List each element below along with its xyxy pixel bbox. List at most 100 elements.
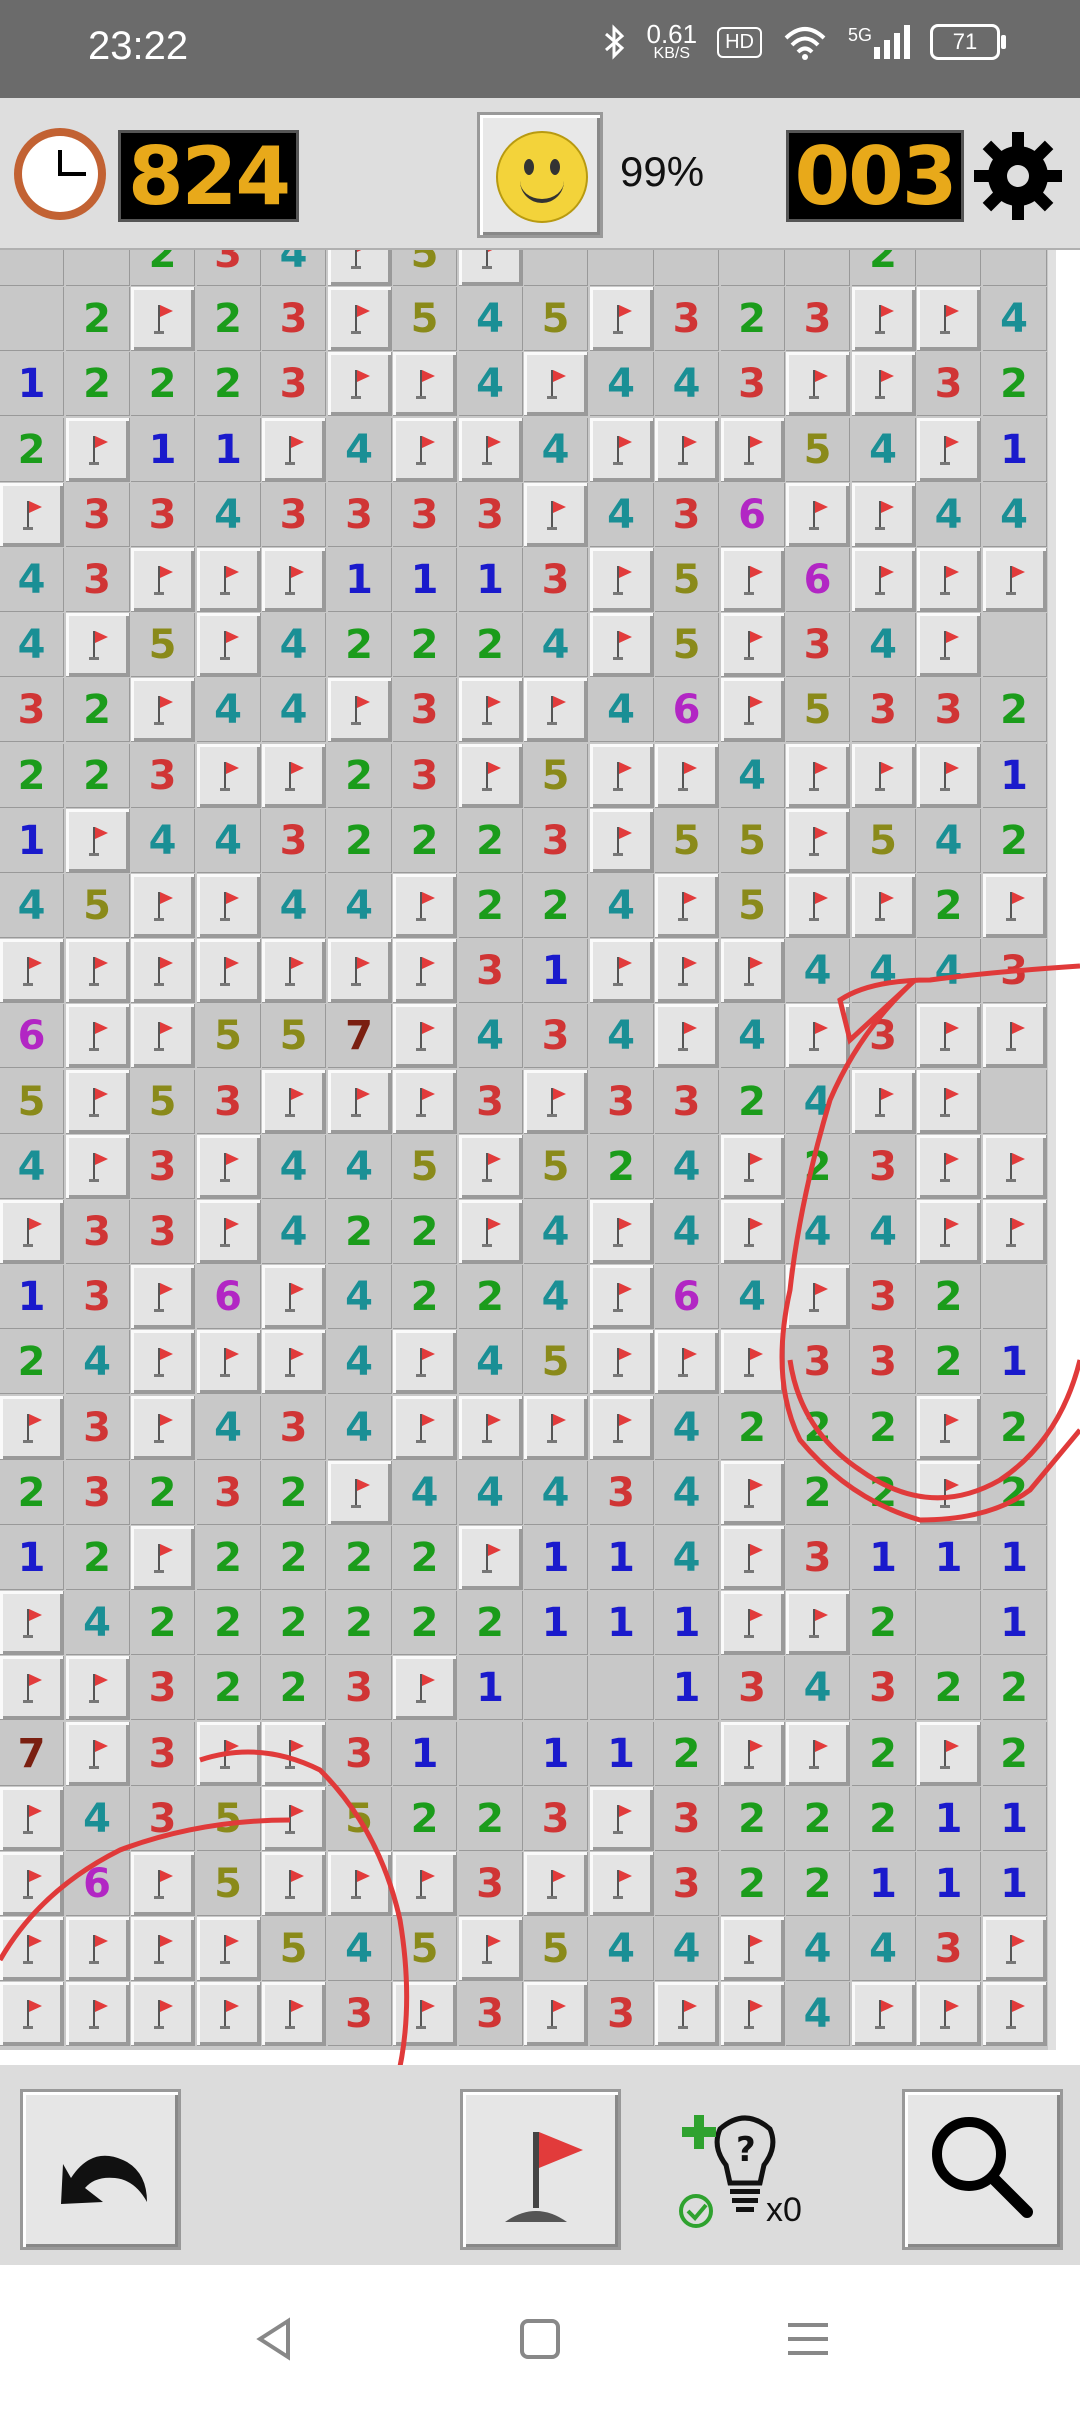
number-cell[interactable]: 5 bbox=[393, 287, 457, 352]
flagged-cell[interactable] bbox=[327, 287, 392, 352]
flagged-cell[interactable] bbox=[393, 1656, 457, 1721]
flagged-cell[interactable] bbox=[196, 1134, 261, 1199]
number-cell[interactable]: 1 bbox=[982, 1330, 1047, 1395]
number-cell[interactable]: 3 bbox=[786, 1526, 850, 1590]
flagged-cell[interactable] bbox=[720, 1460, 785, 1525]
number-cell[interactable]: 2 bbox=[65, 287, 130, 352]
number-cell[interactable]: 4 bbox=[262, 1134, 326, 1199]
flagged-cell[interactable] bbox=[458, 417, 523, 482]
flag-mode-button[interactable] bbox=[460, 2089, 621, 2250]
empty-cell[interactable] bbox=[982, 1265, 1047, 1330]
number-cell[interactable]: 6 bbox=[720, 482, 785, 547]
number-cell[interactable]: 2 bbox=[0, 1330, 64, 1395]
flagged-cell[interactable] bbox=[786, 808, 850, 873]
number-cell[interactable]: 5 bbox=[131, 613, 195, 678]
flagged-cell[interactable] bbox=[917, 548, 981, 612]
flagged-cell[interactable] bbox=[393, 1330, 457, 1395]
number-cell[interactable]: 4 bbox=[917, 808, 981, 873]
number-cell[interactable]: 2 bbox=[786, 1786, 850, 1851]
number-cell[interactable]: 2 bbox=[262, 1526, 326, 1590]
number-cell[interactable]: 4 bbox=[655, 1526, 719, 1590]
number-cell[interactable]: 6 bbox=[0, 1004, 64, 1069]
number-cell[interactable]: 2 bbox=[393, 1265, 457, 1330]
number-cell[interactable]: 1 bbox=[851, 1526, 916, 1590]
number-cell[interactable]: 2 bbox=[65, 352, 130, 417]
number-cell[interactable]: 2 bbox=[786, 1852, 850, 1916]
flagged-cell[interactable] bbox=[720, 1982, 785, 2047]
number-cell[interactable]: 6 bbox=[196, 1265, 261, 1330]
flagged-cell[interactable] bbox=[786, 1265, 850, 1330]
number-cell[interactable]: 3 bbox=[655, 1852, 719, 1916]
flagged-cell[interactable] bbox=[786, 874, 850, 938]
number-cell[interactable]: 3 bbox=[65, 482, 130, 547]
number-cell[interactable]: 5 bbox=[524, 1917, 588, 1982]
flagged-cell[interactable] bbox=[393, 352, 457, 417]
number-cell[interactable]: 5 bbox=[655, 808, 719, 873]
number-cell[interactable]: 4 bbox=[720, 1004, 785, 1069]
number-cell[interactable]: 1 bbox=[458, 1656, 523, 1721]
number-cell[interactable]: 3 bbox=[196, 1460, 261, 1525]
number-cell[interactable]: 4 bbox=[589, 1917, 654, 1982]
number-cell[interactable]: 4 bbox=[131, 808, 195, 873]
number-cell[interactable]: 2 bbox=[327, 1200, 392, 1264]
number-cell[interactable]: 2 bbox=[851, 1395, 916, 1460]
flagged-cell[interactable] bbox=[917, 1395, 981, 1460]
number-cell[interactable]: 2 bbox=[327, 613, 392, 678]
number-cell[interactable]: 3 bbox=[65, 1200, 130, 1264]
number-cell[interactable]: 2 bbox=[196, 1526, 261, 1590]
flagged-cell[interactable] bbox=[65, 1656, 130, 1721]
flagged-cell[interactable] bbox=[458, 1395, 523, 1460]
flagged-cell[interactable] bbox=[327, 939, 392, 1004]
flagged-cell[interactable] bbox=[720, 939, 785, 1004]
flagged-cell[interactable] bbox=[589, 808, 654, 873]
number-cell[interactable]: 1 bbox=[982, 1526, 1047, 1590]
flagged-cell[interactable] bbox=[655, 1004, 719, 1069]
flagged-cell[interactable] bbox=[262, 1721, 326, 1786]
number-cell[interactable]: 4 bbox=[851, 1917, 916, 1982]
number-cell[interactable]: 4 bbox=[196, 482, 261, 547]
number-cell[interactable]: 2 bbox=[327, 1526, 392, 1590]
number-cell[interactable]: 1 bbox=[196, 417, 261, 482]
number-cell[interactable]: 3 bbox=[524, 808, 588, 873]
flagged-cell[interactable] bbox=[917, 1460, 981, 1525]
number-cell[interactable]: 4 bbox=[851, 1200, 916, 1264]
flagged-cell[interactable] bbox=[458, 1526, 523, 1590]
flagged-cell[interactable] bbox=[65, 808, 130, 873]
flagged-cell[interactable] bbox=[524, 1069, 588, 1134]
flagged-cell[interactable] bbox=[917, 1134, 981, 1199]
number-cell[interactable]: 2 bbox=[982, 1460, 1047, 1525]
flagged-cell[interactable] bbox=[589, 1200, 654, 1264]
flagged-cell[interactable] bbox=[131, 1852, 195, 1916]
number-cell[interactable]: 2 bbox=[196, 287, 261, 352]
hint-button[interactable]: ? x0 bbox=[670, 2101, 820, 2241]
number-cell[interactable]: 4 bbox=[589, 874, 654, 938]
number-cell[interactable]: 1 bbox=[655, 1591, 719, 1656]
number-cell[interactable]: 4 bbox=[786, 939, 850, 1004]
flagged-cell[interactable] bbox=[262, 1852, 326, 1916]
number-cell[interactable]: 1 bbox=[589, 1526, 654, 1590]
number-cell[interactable]: 3 bbox=[524, 548, 588, 612]
flagged-cell[interactable] bbox=[131, 678, 195, 743]
flagged-cell[interactable] bbox=[393, 1982, 457, 2047]
flagged-cell[interactable] bbox=[131, 548, 195, 612]
number-cell[interactable]: 5 bbox=[196, 1852, 261, 1916]
flagged-cell[interactable] bbox=[851, 1069, 916, 1134]
number-cell[interactable]: 2 bbox=[720, 287, 785, 352]
flagged-cell[interactable] bbox=[720, 1721, 785, 1786]
number-cell[interactable]: 2 bbox=[982, 678, 1047, 743]
flagged-cell[interactable] bbox=[196, 613, 261, 678]
flagged-cell[interactable] bbox=[393, 1852, 457, 1916]
flagged-cell[interactable] bbox=[982, 1982, 1047, 2047]
number-cell[interactable]: 2 bbox=[262, 1460, 326, 1525]
flagged-cell[interactable] bbox=[720, 1591, 785, 1656]
empty-cell[interactable] bbox=[982, 250, 1047, 286]
number-cell[interactable]: 1 bbox=[0, 1265, 64, 1330]
number-cell[interactable]: 4 bbox=[65, 1591, 130, 1656]
number-cell[interactable]: 3 bbox=[131, 1200, 195, 1264]
number-cell[interactable]: 1 bbox=[982, 1786, 1047, 1851]
number-cell[interactable]: 2 bbox=[851, 250, 916, 286]
number-cell[interactable]: 1 bbox=[982, 1591, 1047, 1656]
number-cell[interactable]: 3 bbox=[851, 1134, 916, 1199]
number-cell[interactable]: 2 bbox=[720, 1852, 785, 1916]
flagged-cell[interactable] bbox=[262, 417, 326, 482]
